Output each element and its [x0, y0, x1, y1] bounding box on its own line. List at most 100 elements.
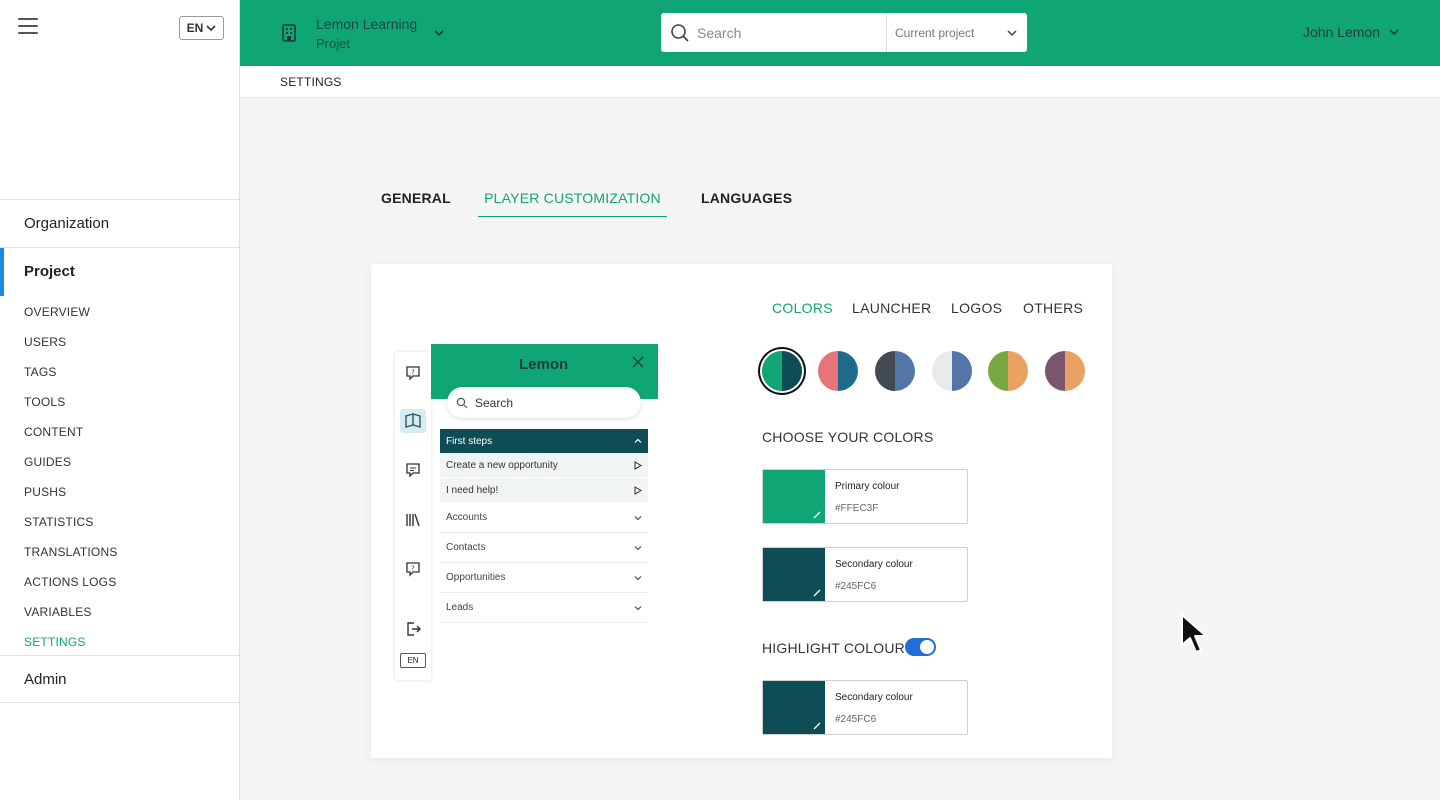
subtab-logos[interactable]: LOGOS — [951, 300, 1002, 316]
help-bubble-icon: ? — [406, 562, 420, 577]
preview-list-item-label: I need help! — [446, 484, 499, 496]
sidebar-section-project[interactable]: Project — [0, 247, 240, 296]
color-label: Primary colour — [835, 481, 900, 492]
sidebar-item-actions-logs[interactable]: ACTIONS LOGS — [0, 567, 240, 597]
choose-colors-title: CHOOSE YOUR COLORS — [762, 429, 934, 445]
preview-list-row: Opportunities — [440, 563, 648, 593]
chat-icon — [406, 463, 420, 478]
tab-player-customization[interactable]: PLAYER CUSTOMIZATION — [478, 180, 667, 217]
theme-swatch[interactable] — [875, 351, 915, 391]
sidebar-item-translations[interactable]: TRANSLATIONS — [0, 537, 240, 567]
mouse-pointer-icon — [1181, 614, 1207, 653]
subtab-launcher[interactable]: LAUNCHER — [852, 300, 931, 316]
chevron-up-icon — [634, 438, 642, 443]
preview-search-placeholder: Search — [475, 395, 514, 410]
preview-list-header-label: First steps — [446, 435, 493, 447]
tab-languages[interactable]: LANGUAGES — [701, 180, 792, 217]
sidebar-item-overview[interactable]: OVERVIEW — [0, 297, 240, 327]
sidebar-item-label: TRANSLATIONS — [24, 545, 118, 559]
user-menu[interactable]: John Lemon — [1303, 24, 1400, 40]
project-title: Lemon Learning — [316, 16, 418, 32]
sidebar-item-label: USERS — [24, 335, 67, 349]
chevron-down-icon — [634, 575, 642, 580]
sidebar-item-content[interactable]: CONTENT — [0, 417, 240, 447]
swatch-right — [782, 351, 802, 391]
sidebar-section-label: Admin — [24, 670, 67, 688]
tab-general[interactable]: GENERAL — [381, 180, 451, 217]
sidebar-item-guides[interactable]: GUIDES — [0, 447, 240, 477]
preview-rail: ? ? EN — [395, 352, 431, 680]
preview-list-row-label: Accounts — [446, 512, 488, 523]
search-scope-select[interactable]: Current project — [895, 26, 1006, 40]
logout-icon — [407, 622, 421, 636]
subtab-colors[interactable]: COLORS — [772, 300, 833, 316]
theme-swatch[interactable] — [988, 351, 1028, 391]
search-bar: Search Current project — [661, 13, 1027, 52]
sidebar-item-tags[interactable]: TAGS — [0, 357, 240, 387]
chevron-down-icon — [1389, 29, 1399, 36]
theme-swatch[interactable] — [932, 351, 972, 391]
swatch-left — [762, 351, 782, 391]
preview-list-row: Contacts — [440, 533, 648, 563]
sidebar-section-admin[interactable]: Admin — [0, 655, 240, 703]
language-select[interactable]: EN — [179, 16, 224, 40]
toggle-knob — [920, 640, 934, 654]
sidebar-section-organization[interactable]: Organization — [0, 199, 240, 247]
sidebar-item-tools[interactable]: TOOLS — [0, 387, 240, 417]
sidebar: EN Organization Project OVERVIEW USERS T… — [0, 0, 240, 800]
user-name: John Lemon — [1302, 24, 1380, 40]
sidebar-item-label: OVERVIEW — [24, 305, 91, 319]
pencil-icon — [813, 511, 821, 519]
divider — [886, 13, 887, 52]
help-bubble-icon: ? — [406, 366, 420, 381]
preview-list-item: I need help! — [440, 478, 648, 503]
chevron-down-icon — [634, 545, 642, 550]
menu-icon[interactable] — [18, 18, 38, 36]
secondary-color-field[interactable]: Secondary colour #245FC6 — [762, 547, 968, 602]
subtab-others[interactable]: OTHERS — [1023, 300, 1083, 316]
highlight-color-field[interactable]: Secondary colour #245FC6 — [762, 680, 968, 735]
primary-color-field[interactable]: Primary colour #FFEC3F — [762, 469, 968, 524]
preview-list-row-label: Opportunities — [446, 572, 506, 583]
preview-list-row: Accounts — [440, 503, 648, 533]
color-hex: #FFEC3F — [835, 503, 879, 514]
color-hex: #245FC6 — [835, 714, 877, 725]
sidebar-item-pushs[interactable]: PUSHS — [0, 477, 240, 507]
close-icon — [632, 356, 644, 368]
breadcrumb-bar: SETTINGS — [240, 66, 1440, 98]
swatch-right — [1008, 351, 1028, 391]
chevron-down-icon[interactable] — [1006, 27, 1018, 39]
sidebar-item-label: CONTENT — [24, 425, 84, 439]
sidebar-item-label: PUSHS — [24, 485, 67, 499]
pencil-icon — [813, 589, 821, 597]
preview-guide-list: First steps Create a new opportunity I n… — [440, 429, 648, 623]
sidebar-item-label: SETTINGS — [24, 635, 86, 649]
breadcrumb: SETTINGS — [280, 75, 342, 89]
highlight-toggle[interactable] — [905, 638, 936, 656]
preview-list-row: Leads — [440, 593, 648, 623]
swatch-right — [952, 351, 972, 391]
book-icon — [400, 409, 426, 433]
swatch-left — [932, 351, 952, 391]
chevron-down-icon[interactable] — [433, 27, 445, 39]
project-switcher[interactable]: Lemon Learning Projet — [316, 14, 417, 54]
sidebar-item-settings[interactable]: SETTINGS — [0, 627, 240, 657]
sidebar-item-statistics[interactable]: STATISTICS — [0, 507, 240, 537]
theme-swatch[interactable] — [818, 351, 858, 391]
sidebar-item-label: ACTIONS LOGS — [24, 575, 117, 589]
sidebar-section-label: Organization — [24, 215, 110, 232]
chevron-down-icon — [206, 25, 216, 32]
search-input[interactable]: Search — [697, 25, 897, 41]
color-label: Secondary colour — [835, 692, 913, 703]
swatch-left — [875, 351, 895, 391]
building-icon — [282, 24, 296, 42]
theme-swatch[interactable] — [762, 351, 802, 391]
preview-list-item: Create a new opportunity — [440, 453, 648, 478]
highlight-colour-title: HIGHLIGHT COLOUR — [762, 640, 905, 656]
sidebar-item-variables[interactable]: VARIABLES — [0, 597, 240, 627]
sidebar-item-label: TAGS — [24, 365, 57, 379]
sidebar-item-users[interactable]: USERS — [0, 327, 240, 357]
project-subtitle: Projet — [316, 36, 350, 51]
swatch-left — [1045, 351, 1065, 391]
theme-swatch[interactable] — [1045, 351, 1085, 391]
